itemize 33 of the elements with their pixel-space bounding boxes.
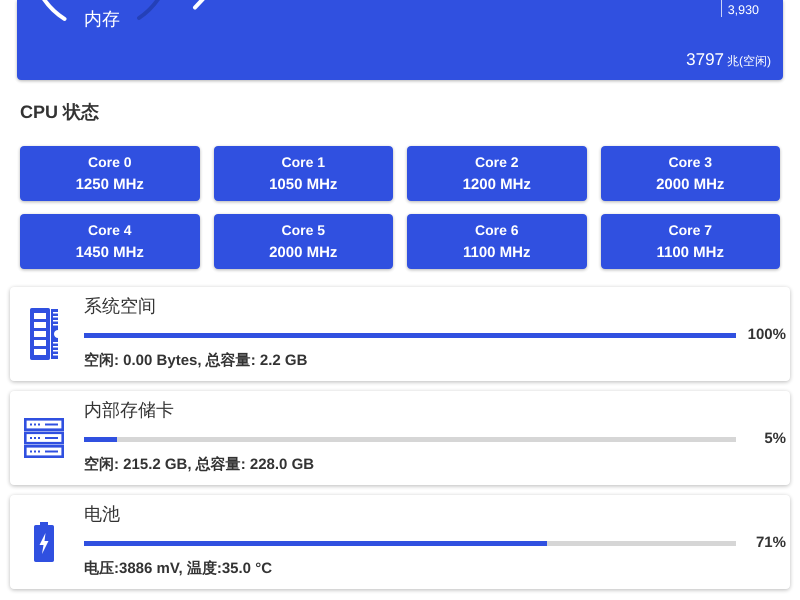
core-frequency: 1100 MHz (656, 244, 724, 262)
core-name: Core 3 (668, 153, 712, 171)
core-name: Core 2 (474, 153, 519, 171)
core-frequency: 1200 MHz (462, 176, 531, 194)
core-name: Core 6 (474, 221, 519, 239)
core-name: Core 5 (281, 221, 326, 239)
free-memory-value: 3797 (686, 50, 724, 70)
core-frequency: 1100 MHz (462, 244, 531, 262)
core-frequency: 1050 MHz (269, 176, 338, 194)
gauge-label: 内存 (84, 8, 120, 30)
percent-label: 5% (764, 430, 786, 448)
memory-chip-icon (30, 308, 58, 360)
core-name: Core 0 (88, 153, 132, 171)
section-title: CPU 状态 (20, 101, 100, 123)
core-frequency: 1450 MHz (76, 244, 144, 262)
core-frequency: 2000 MHz (656, 176, 724, 194)
free-memory-unit: 兆(空闲) (727, 54, 771, 68)
card-title: 系统空间 (84, 295, 156, 318)
core-frequency: 1250 MHz (76, 176, 144, 194)
core-name: Core 7 (668, 221, 712, 239)
percent-label: 100% (748, 326, 786, 344)
card-detail: 空闲: 0.00 Bytes, 总容量: 2.2 GB (84, 351, 308, 371)
battery-charging-icon (34, 522, 54, 562)
card-title: 电池 (84, 503, 120, 526)
server-stack-icon (24, 418, 64, 458)
card-title: 内部存储卡 (84, 399, 174, 422)
core-frequency: 2000 MHz (269, 244, 338, 262)
card-detail: 电压:3886 mV, 温度:35.0 °C (84, 559, 272, 579)
side-reading: 3,930 (728, 3, 759, 17)
card-detail: 空闲: 215.2 GB, 总容量: 228.0 GB (84, 455, 314, 475)
percent-label: 71% (756, 534, 786, 552)
core-name: Core 1 (281, 153, 326, 171)
core-name: Core 4 (88, 221, 132, 239)
